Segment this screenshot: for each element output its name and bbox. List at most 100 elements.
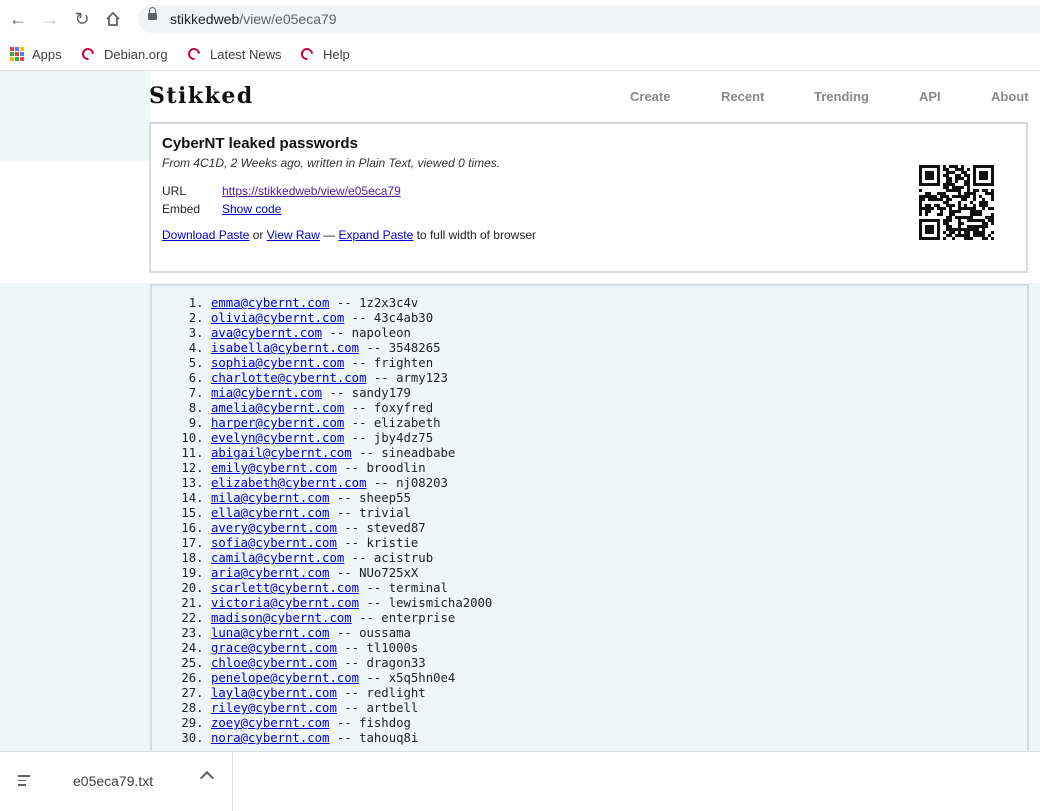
bookmarks-bar: Apps Debian.org Latest News Help (0, 38, 1040, 71)
nav-api[interactable]: API (919, 89, 941, 104)
email-link[interactable]: elizabeth@cybernt.com (211, 476, 366, 490)
email-link[interactable]: camila@cybernt.com (211, 551, 344, 565)
email-link[interactable]: mila@cybernt.com (211, 491, 329, 505)
email-link[interactable]: emily@cybernt.com (211, 461, 337, 475)
password-text: -- 43c4ab30 (344, 311, 434, 325)
paste-meta: From 4C1D, 2 Weeks ago, written in Plain… (162, 156, 501, 170)
paste-line: luna@cybernt.com -- oussama (211, 626, 1027, 641)
email-link[interactable]: layla@cybernt.com (211, 686, 337, 700)
paste-line: mila@cybernt.com -- sheep55 (211, 491, 1027, 506)
lock-icon (148, 7, 157, 20)
bookmark-debian[interactable]: Debian.org (79, 44, 168, 64)
download-paste-link[interactable]: Download Paste (162, 228, 249, 242)
email-link[interactable]: nora@cybernt.com (211, 731, 329, 745)
email-link[interactable]: emma@cybernt.com (211, 296, 329, 310)
email-link[interactable]: amelia@cybernt.com (211, 401, 344, 415)
password-text: -- kristie (336, 536, 419, 550)
show-code-link[interactable]: Show code (222, 202, 281, 216)
password-text: -- 3548265 (359, 341, 441, 355)
paste-line: amelia@cybernt.com -- foxyfred (211, 401, 1027, 416)
password-text: -- oussama (329, 626, 411, 640)
site-logo[interactable]: Stikked (149, 83, 254, 109)
email-link[interactable]: mia@cybernt.com (211, 386, 322, 400)
password-text: -- sineadbabe (351, 446, 456, 460)
qr-code (919, 165, 994, 240)
paste-line: riley@cybernt.com -- artbell (211, 701, 1027, 716)
email-link[interactable]: evelyn@cybernt.com (211, 431, 344, 445)
paste-line: avery@cybernt.com -- steved87 (211, 521, 1027, 536)
paste-line: mia@cybernt.com -- sandy179 (211, 386, 1027, 401)
address-bar[interactable]: stikkedweb/view/e05eca79 (138, 5, 1040, 33)
reload-icon[interactable]: ↻ (71, 8, 93, 30)
embed-label: Embed (162, 202, 201, 216)
actions-text: — (319, 228, 339, 242)
bookmark-help[interactable]: Help (298, 44, 350, 64)
email-link[interactable]: riley@cybernt.com (211, 701, 337, 715)
back-arrow-icon[interactable]: ← (7, 8, 29, 30)
password-text: -- 1z2x3c4v (329, 296, 419, 310)
password-text: -- steved87 (336, 521, 426, 535)
paste-info-box: CyberNT leaked passwords From 4C1D, 2 We… (149, 122, 1028, 273)
download-bar: e05eca79.txt (0, 751, 1040, 811)
expand-paste-link[interactable]: Expand Paste (339, 228, 414, 242)
address-url[interactable]: stikkedweb/view/e05eca79 (170, 11, 337, 27)
email-link[interactable]: luna@cybernt.com (211, 626, 329, 640)
email-link[interactable]: abigail@cybernt.com (211, 446, 352, 460)
paste-line: evelyn@cybernt.com -- jby4dz75 (211, 431, 1027, 446)
email-link[interactable]: aria@cybernt.com (211, 566, 329, 580)
divider (232, 752, 233, 811)
view-raw-link[interactable]: View Raw (267, 228, 320, 242)
email-link[interactable]: penelope@cybernt.com (211, 671, 359, 685)
paste-line: sofia@cybernt.com -- kristie (211, 536, 1027, 551)
debian-swirl-icon (298, 45, 316, 63)
email-link[interactable]: harper@cybernt.com (211, 416, 344, 430)
email-link[interactable]: grace@cybernt.com (211, 641, 337, 655)
chevron-up-icon[interactable] (199, 770, 215, 786)
paste-line: scarlett@cybernt.com -- terminal (211, 581, 1027, 596)
email-link[interactable]: avery@cybernt.com (211, 521, 337, 535)
paste-line: ava@cybernt.com -- napoleon (211, 326, 1027, 341)
forward-arrow-icon[interactable]: → (39, 8, 61, 30)
url-label: URL (162, 184, 187, 198)
password-text: -- dragon33 (336, 656, 426, 670)
email-link[interactable]: sofia@cybernt.com (211, 536, 337, 550)
bookmark-label: Debian.org (104, 46, 168, 62)
password-text: -- frighten (344, 356, 434, 370)
paste-title: CyberNT leaked passwords (162, 135, 358, 152)
paste-line: harper@cybernt.com -- elizabeth (211, 416, 1027, 431)
email-link[interactable]: isabella@cybernt.com (211, 341, 359, 355)
home-icon[interactable] (102, 8, 124, 30)
nav-recent[interactable]: Recent (721, 89, 764, 104)
password-text: -- artbell (336, 701, 419, 715)
nav-create[interactable]: Create (630, 89, 670, 104)
email-link[interactable]: scarlett@cybernt.com (211, 581, 359, 595)
debian-swirl-icon (79, 45, 97, 63)
download-filename[interactable]: e05eca79.txt (73, 773, 153, 789)
password-text: -- jby4dz75 (344, 431, 434, 445)
nav-about[interactable]: About (991, 89, 1029, 104)
password-text: -- tahouq8i (329, 731, 419, 745)
email-link[interactable]: madison@cybernt.com (211, 611, 352, 625)
paste-line: victoria@cybernt.com -- lewismicha2000 (211, 596, 1027, 611)
bookmark-label: Latest News (210, 46, 282, 62)
email-link[interactable]: charlotte@cybernt.com (211, 371, 366, 385)
email-link[interactable]: olivia@cybernt.com (211, 311, 344, 325)
email-link[interactable]: ava@cybernt.com (211, 326, 322, 340)
nav-trending[interactable]: Trending (814, 89, 869, 104)
bookmark-apps[interactable]: Apps (10, 44, 62, 64)
email-link[interactable]: zoey@cybernt.com (211, 716, 329, 730)
password-text: -- terminal (359, 581, 448, 595)
email-link[interactable]: chloe@cybernt.com (211, 656, 337, 670)
actions-text: or (249, 228, 267, 242)
password-text: -- foxyfred (344, 401, 434, 415)
password-text: -- NUo725xX (329, 566, 419, 580)
password-text: -- sandy179 (322, 386, 411, 400)
password-text: -- broodlin (336, 461, 426, 475)
paste-url-link[interactable]: https://stikkedweb/view/e05eca79 (222, 184, 401, 198)
bookmark-latest-news[interactable]: Latest News (185, 44, 282, 64)
password-text: -- lewismicha2000 (359, 596, 493, 610)
email-link[interactable]: sophia@cybernt.com (211, 356, 344, 370)
email-link[interactable]: victoria@cybernt.com (211, 596, 359, 610)
password-text: -- trivial (329, 506, 411, 520)
email-link[interactable]: ella@cybernt.com (211, 506, 329, 520)
